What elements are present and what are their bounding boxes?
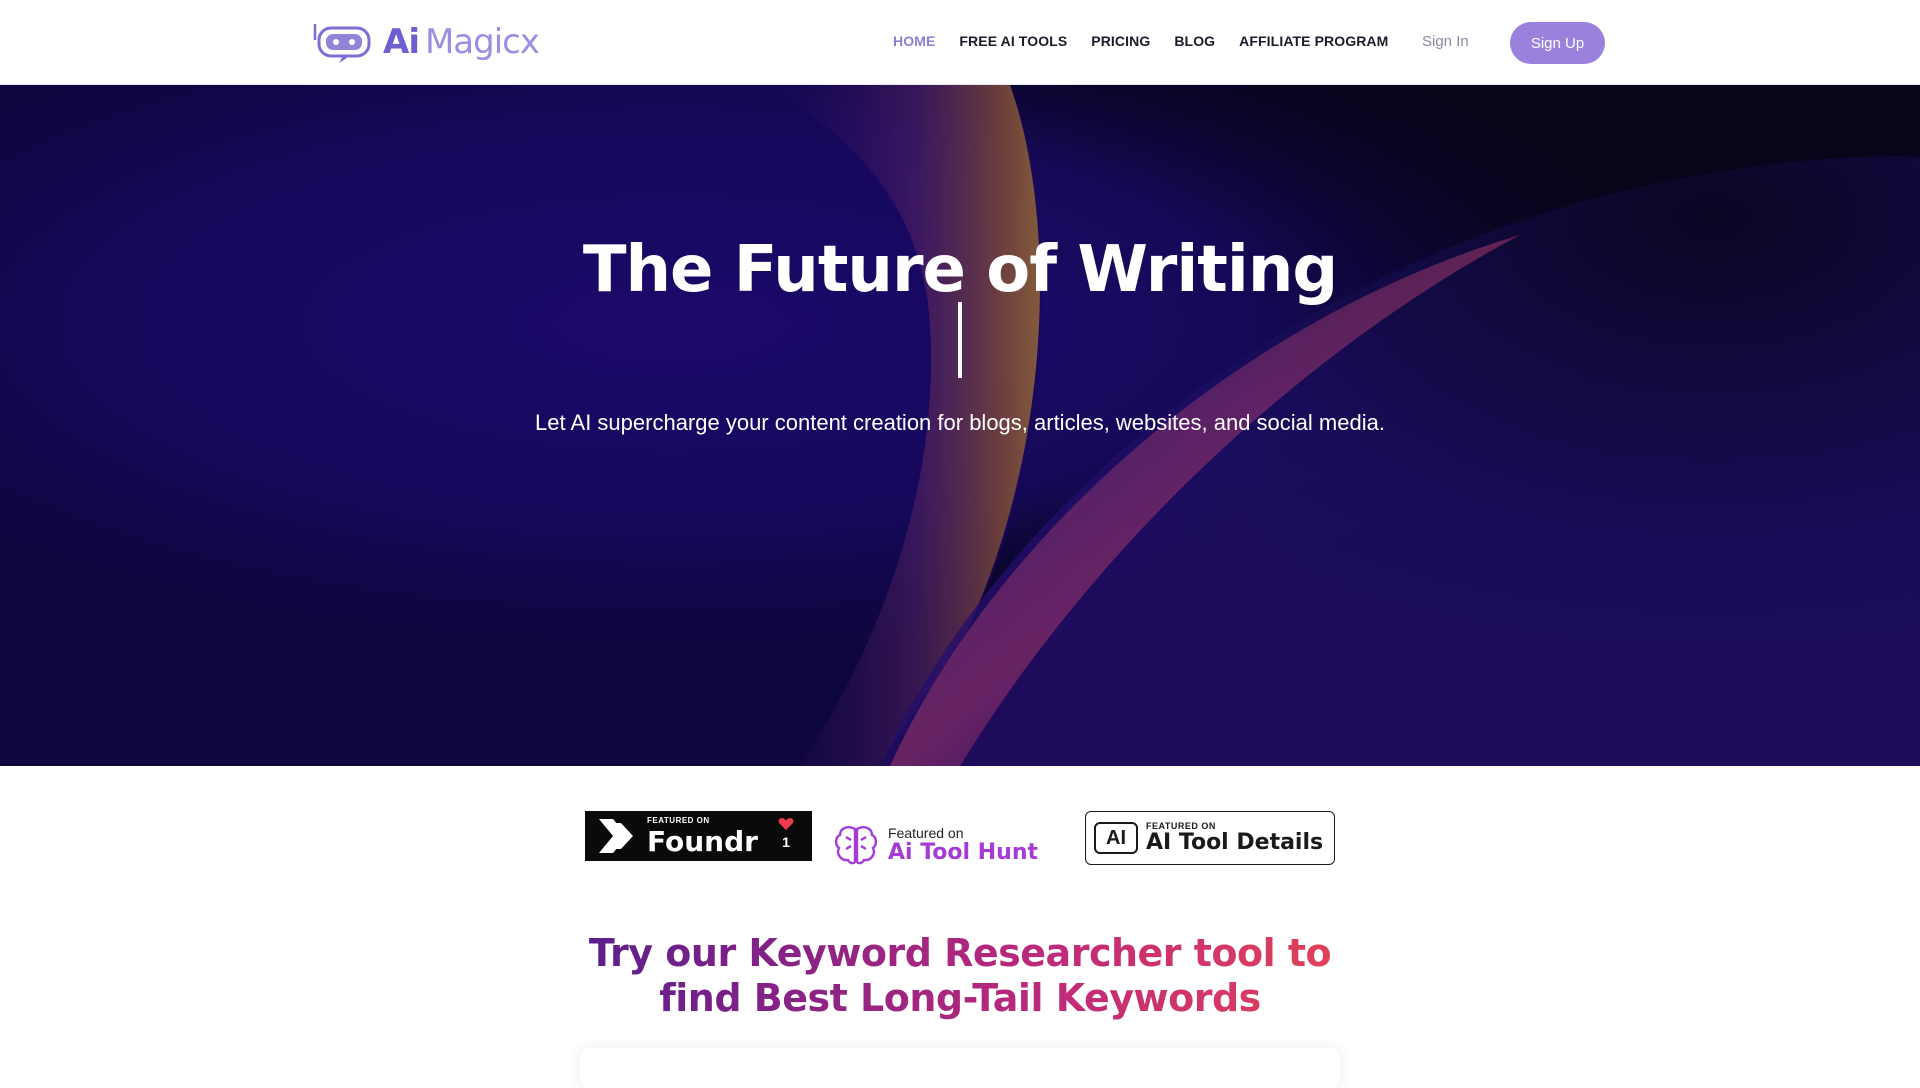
nav-affiliate-program[interactable]: AFFILIATE PROGRAM — [1239, 33, 1388, 49]
main-nav: HOME FREE AI TOOLS PRICING BLOG AFFILIAT… — [893, 33, 1412, 49]
nav-pricing[interactable]: PRICING — [1091, 33, 1150, 49]
sign-up-button[interactable]: Sign Up — [1510, 22, 1605, 64]
hero-section: The Future of Writing Let AI supercharge… — [0, 85, 1920, 766]
nav-home[interactable]: HOME — [893, 33, 935, 49]
heart-icon — [778, 818, 794, 830]
nav-free-ai-tools[interactable]: FREE AI TOOLS — [959, 33, 1067, 49]
foundr-featured-label: FEATURED ON — [647, 815, 710, 825]
foundr-logo-icon — [599, 819, 633, 853]
keyword-heading-line2: find Best Long-Tail Keywords — [0, 976, 1920, 1021]
logo-name-text: Magicx — [424, 22, 540, 62]
typing-cursor — [958, 302, 962, 378]
keyword-tool-card — [580, 1048, 1340, 1088]
nav-blog[interactable]: BLOG — [1174, 33, 1215, 49]
logo-wordmark: Ai Magicx — [383, 22, 540, 62]
foundr-vote-count: 1 — [778, 817, 794, 850]
hunt-text: Featured on Ai Tool Hunt — [888, 826, 1038, 864]
featured-foundr-badge[interactable]: FEATURED ON Foundr 1 — [585, 811, 812, 861]
featured-ai-tool-details-badge[interactable]: AI FEATURED ON AI Tool Details — [1085, 811, 1335, 865]
keyword-tool-heading: Try our Keyword Researcher tool to find … — [0, 931, 1920, 1021]
hero-title: The Future of Writing — [582, 233, 1338, 307]
foundr-text: FEATURED ON Foundr — [647, 815, 758, 858]
logo-ai-text: Ai — [383, 22, 420, 62]
hunt-name: Ai Tool Hunt — [888, 839, 1038, 865]
hero-subtitle: Let AI supercharge your content creation… — [535, 410, 1385, 435]
sign-in-link[interactable]: Sign In — [1422, 33, 1469, 50]
details-name: AI Tool Details — [1146, 830, 1324, 856]
details-text: FEATURED ON AI Tool Details — [1146, 821, 1324, 856]
site-logo[interactable]: Ai Magicx — [313, 20, 540, 64]
hunt-featured-label: Featured on — [888, 825, 964, 842]
featured-ai-tool-hunt-badge[interactable]: Featured on Ai Tool Hunt — [832, 820, 1038, 870]
foundr-count-value: 1 — [782, 834, 790, 850]
top-navbar: Ai Magicx HOME FREE AI TOOLS PRICING BLO… — [0, 0, 1920, 85]
robot-logo-icon — [313, 24, 371, 63]
foundr-name: Foundr — [647, 824, 758, 858]
brain-icon — [834, 826, 878, 865]
ai-tool-details-logo: AI — [1094, 822, 1138, 854]
keyword-heading-line1: Try our Keyword Researcher tool to — [0, 931, 1920, 976]
